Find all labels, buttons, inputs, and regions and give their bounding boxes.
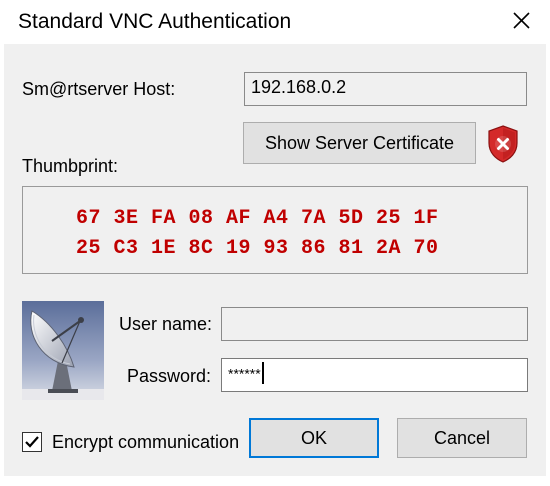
text-cursor [261,362,264,385]
password-field[interactable]: ****** [221,358,528,392]
shield-warning-icon [488,125,518,163]
username-label: User name: [119,314,213,334]
password-value: ****** [228,365,261,382]
security-warning [486,124,520,164]
ok-button[interactable]: OK [249,418,379,458]
username-field[interactable] [221,307,528,341]
encrypt-communication-checkbox[interactable] [22,432,42,452]
close-icon [513,12,530,29]
host-label: Sm@rtserver Host: [22,79,176,99]
close-button[interactable] [505,4,537,36]
thumbprint-line-1: 67 3E FA 08 AF A4 7A 5D 25 1F [76,207,439,230]
password-label: Password: [127,366,212,386]
window-title: Standard VNC Authentication [18,10,292,33]
thumbprint-label: Thumbprint: [22,156,119,176]
thumbprint-box: 67 3E FA 08 AF A4 7A 5D 25 1F 25 C3 1E 8… [22,186,528,274]
thumbprint-line-2: 25 C3 1E 8C 19 93 86 81 2A 70 [76,237,439,260]
show-server-certificate-button[interactable]: Show Server Certificate [243,122,476,164]
cancel-button[interactable]: Cancel [397,418,527,458]
satellite-dish-icon [22,301,104,400]
host-field: 192.168.0.2 [244,72,527,106]
satellite-dish-image [22,301,104,400]
checkmark-icon [25,436,39,448]
encrypt-communication-label[interactable]: Encrypt communication [52,432,239,453]
